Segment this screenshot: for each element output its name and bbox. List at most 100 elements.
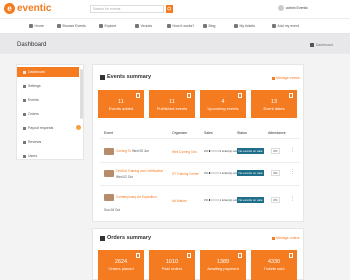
stat-event-dates: 13 Event dates bbox=[251, 90, 297, 118]
sales-progress: 2% 9 ticket(s) sold bbox=[204, 149, 239, 153]
main-nav: Home Browse Events Explore Venues How it… bbox=[0, 18, 350, 34]
ticket-icon bbox=[289, 253, 293, 258]
sidebar-item-events[interactable]: Events bbox=[17, 95, 79, 105]
gear-icon bbox=[272, 76, 275, 80]
calendar-icon bbox=[136, 93, 140, 98]
more-options-icon[interactable]: ⋮ bbox=[290, 147, 295, 153]
money-icon bbox=[23, 126, 26, 130]
map-pin-icon bbox=[135, 24, 139, 28]
event-name-link[interactable]: Contemporary Art Exposition bbox=[116, 195, 157, 199]
sidebar-item-settings[interactable]: Settings bbox=[17, 81, 79, 91]
calendar-icon bbox=[23, 98, 26, 102]
sidebar: Dashboard Settings Events Orders Payout … bbox=[16, 64, 84, 160]
sales-progress: 2% 1 ticket(s) sold bbox=[204, 171, 239, 175]
ticket-icon bbox=[234, 24, 238, 28]
organizer-link[interactable]: ST Training Center bbox=[172, 172, 199, 176]
orders-summary-title: Orders summary bbox=[100, 235, 151, 241]
stat-events-added: 11 Events added bbox=[98, 90, 144, 118]
page-title: Dashboard bbox=[17, 42, 47, 48]
status-badge: No events on sale bbox=[237, 170, 264, 176]
event-name-link[interactable]: Coming To Wed 05 Jun bbox=[116, 149, 149, 153]
attendance-badge: 0% bbox=[271, 197, 280, 203]
top-header: e eventic Search for events admin Eventi… bbox=[0, 0, 350, 18]
page-header: Dashboard Dashboard bbox=[0, 34, 350, 54]
nav-item-browse-events[interactable]: Browse Events bbox=[57, 24, 86, 28]
stat-paid-orders: 1010 Paid orders bbox=[149, 250, 195, 280]
nav-item-how-it-works[interactable]: How it works? bbox=[167, 24, 194, 28]
sidebar-item-users[interactable]: Users bbox=[17, 151, 79, 161]
stat-upcoming-events: 4 Upcoming events bbox=[200, 90, 246, 118]
cart-icon bbox=[187, 253, 191, 258]
more-options-icon[interactable]: ⋮ bbox=[290, 169, 295, 175]
nav-item-my-tickets[interactable]: My tickets bbox=[234, 24, 255, 28]
status-badge: No events on sale bbox=[237, 148, 264, 154]
cart-icon bbox=[23, 112, 26, 116]
user-icon bbox=[23, 154, 26, 158]
sales-progress: 2% 1 ticket(s) sold bbox=[204, 198, 239, 202]
calendar-icon bbox=[187, 93, 191, 98]
plus-icon bbox=[272, 24, 276, 28]
user-name: admin Eventic bbox=[286, 6, 308, 10]
sidebar-item-reviews[interactable]: Reviews bbox=[17, 137, 79, 147]
breadcrumb-current: Dashboard bbox=[315, 43, 333, 47]
table-divider bbox=[100, 138, 300, 139]
organizer-link[interactable]: Art Market bbox=[172, 199, 187, 203]
stat-orders-placed: 2624 Orders placed bbox=[98, 250, 144, 280]
status-badge: No events on sale bbox=[237, 197, 264, 203]
column-header-organizer: Organizer bbox=[172, 131, 188, 135]
column-header-attendance: Attendance bbox=[268, 131, 286, 135]
more-options-icon[interactable]: ⋮ bbox=[290, 196, 295, 202]
nav-item-venues[interactable]: Venues bbox=[135, 24, 152, 28]
cart-icon bbox=[136, 253, 140, 258]
home-icon bbox=[29, 24, 33, 28]
event-date: Wed 02 Oct bbox=[116, 175, 133, 179]
newspaper-icon bbox=[203, 24, 207, 28]
sidebar-item-payout-requests[interactable]: Payout requests bbox=[17, 123, 79, 133]
cart-icon bbox=[100, 235, 105, 241]
user-menu[interactable]: admin Eventic bbox=[278, 5, 308, 11]
stat-awaiting-payment: 1389 Awaiting payment bbox=[200, 250, 246, 280]
calendar-icon bbox=[289, 93, 293, 98]
calendar-icon bbox=[238, 93, 242, 98]
event-thumbnail[interactable] bbox=[104, 194, 114, 201]
dashboard-icon bbox=[23, 70, 26, 74]
question-icon bbox=[167, 24, 171, 28]
attendance-badge: 0% bbox=[271, 148, 280, 154]
nav-item-add-event[interactable]: Add my event bbox=[272, 24, 299, 28]
manage-orders-link[interactable]: Manage orders bbox=[272, 236, 300, 240]
logo-text: eventic bbox=[17, 3, 52, 14]
event-thumbnail[interactable] bbox=[104, 148, 114, 155]
calendar-icon bbox=[57, 24, 61, 28]
star-icon bbox=[23, 140, 26, 144]
column-header-sales: Sales bbox=[204, 131, 213, 135]
stat-published-events: 11 Published events bbox=[149, 90, 195, 118]
sidebar-scrollbar[interactable] bbox=[80, 69, 83, 119]
nav-item-blog[interactable]: Blog bbox=[203, 24, 216, 28]
avatar bbox=[278, 5, 284, 11]
attendance-badge: 0% bbox=[271, 170, 280, 176]
sidebar-item-orders[interactable]: Orders bbox=[17, 109, 79, 119]
compass-icon bbox=[99, 24, 103, 28]
home-icon[interactable] bbox=[309, 43, 314, 47]
column-header-status: Status bbox=[237, 131, 247, 135]
logo[interactable]: e eventic bbox=[4, 3, 51, 14]
search-input[interactable]: Search for events bbox=[90, 5, 164, 13]
column-header-event: Event bbox=[104, 131, 113, 135]
manage-events-link[interactable]: Manage events bbox=[272, 76, 300, 80]
stat-tickets-sold: 4330 Tickets sold bbox=[251, 250, 297, 280]
search-icon[interactable] bbox=[166, 5, 173, 13]
events-summary-title: Events summary bbox=[100, 74, 151, 80]
chart-icon bbox=[100, 74, 105, 80]
breadcrumb: Dashboard bbox=[309, 43, 333, 47]
cart-icon bbox=[238, 253, 242, 258]
sidebar-item-dashboard[interactable]: Dashboard bbox=[17, 67, 79, 77]
gear-icon bbox=[272, 236, 275, 240]
event-name-link[interactable]: OneDot Training and Certification bbox=[116, 169, 163, 173]
logo-icon: e bbox=[4, 3, 15, 14]
table-divider bbox=[100, 185, 300, 186]
nav-item-explore[interactable]: Explore bbox=[99, 24, 116, 28]
event-thumbnail[interactable] bbox=[104, 170, 114, 177]
organizer-link[interactable]: Well Coming Toto bbox=[172, 150, 197, 154]
table-divider bbox=[100, 162, 300, 163]
nav-item-home[interactable]: Home bbox=[29, 24, 44, 28]
